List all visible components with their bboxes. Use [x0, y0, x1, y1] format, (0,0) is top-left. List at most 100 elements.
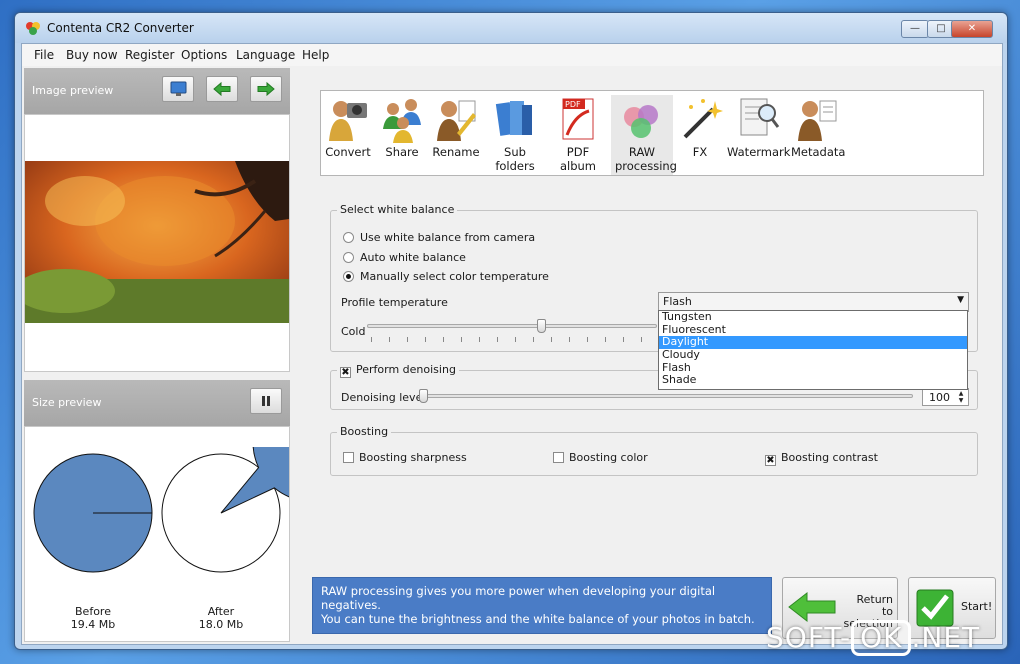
profile-temperature-select[interactable]: Flash ▼ [658, 292, 969, 312]
toolbar-convert[interactable]: Convert [323, 95, 373, 159]
radio-manual[interactable] [343, 271, 354, 282]
toolbar-sub-folders[interactable]: Sub folders [485, 95, 545, 173]
denoising-slider-thumb[interactable] [419, 389, 428, 403]
menu-register[interactable]: Register [125, 48, 174, 62]
person-pencil-icon [437, 100, 476, 141]
boost-contrast-checkbox[interactable]: ✖ [765, 455, 776, 466]
boost-sharpness-label: Boosting sharpness [359, 451, 467, 464]
boost-contrast[interactable]: ✖ Boosting contrast [765, 451, 878, 466]
chevron-down-icon: ▼ [957, 295, 964, 305]
boost-sharpness[interactable]: Boosting sharpness [343, 451, 467, 464]
after-label: After [207, 605, 235, 618]
radio-auto[interactable] [343, 252, 354, 263]
arrow-right-icon [257, 81, 275, 97]
menu-bar: File Buy now Register Options Language H… [22, 44, 1002, 66]
image-preview-label: Image preview [32, 84, 114, 97]
title-bar: Contenta CR2 Converter — □ ✕ [15, 13, 1007, 43]
menu-language[interactable]: Language [236, 48, 295, 62]
dropdown-option[interactable]: Flash [659, 361, 967, 375]
menu-options[interactable]: Options [181, 48, 227, 62]
toolbar-pdf-album[interactable]: PDF PDF album [549, 95, 607, 173]
before-caption: Before 19.4 Mb [53, 605, 133, 631]
dropdown-option[interactable]: Daylight [659, 336, 967, 350]
color-circles-icon [624, 105, 658, 138]
close-button[interactable]: ✕ [951, 20, 993, 38]
denoising-level-value: 100 [929, 391, 950, 404]
window-title: Contenta CR2 Converter [47, 21, 194, 35]
dropdown-option[interactable]: Cloudy [659, 348, 967, 362]
denoising-level-spinbox[interactable]: 100 ▲ ▼ [922, 388, 969, 406]
people-share-icon [383, 99, 421, 143]
denoising-checkbox[interactable]: ✖ [340, 367, 351, 378]
wb-option-auto[interactable]: Auto white balance [343, 251, 466, 264]
pause-icon [262, 396, 270, 406]
wb-option-auto-label: Auto white balance [360, 251, 466, 264]
arrow-left-icon [788, 591, 836, 623]
denoising-title-wrap: ✖ Perform denoising [337, 363, 459, 378]
before-label: Before [75, 605, 111, 618]
toolbar-watermark-label: Watermark [727, 145, 791, 159]
toolbar-fx[interactable]: FX [677, 95, 723, 159]
app-logo-icon [26, 22, 40, 35]
watermark-left: SOFT- [766, 621, 852, 654]
after-caption: After 18.0 Mb [181, 605, 261, 631]
size-preview-label: Size preview [32, 396, 102, 409]
toolbar-rename[interactable]: Rename [431, 95, 481, 159]
dropdown-option[interactable]: Tungsten [659, 310, 967, 324]
toolbar-metadata[interactable]: Metadata [791, 95, 845, 159]
left-panel: Image preview Size preview Before 19.4 M… [24, 68, 290, 642]
toolbar-watermark[interactable]: Watermark [727, 95, 791, 159]
previous-button[interactable] [206, 76, 238, 102]
size-preview-header: Size preview [24, 380, 290, 426]
temperature-slider-thumb[interactable] [537, 319, 546, 333]
toolbar-convert-label: Convert [325, 145, 371, 159]
minimize-button[interactable]: — [901, 20, 929, 38]
wb-option-camera-label: Use white balance from camera [360, 231, 536, 244]
monitor-icon [170, 81, 187, 96]
toolbar-rename-label: Rename [432, 145, 480, 159]
toolbar-raw-processing[interactable]: RAW processing [611, 95, 677, 175]
info-line-1: RAW processing gives you more power when… [321, 584, 716, 612]
size-pie-charts [33, 447, 289, 573]
spin-down-icon[interactable]: ▼ [955, 397, 967, 404]
profile-temperature-dropdown: Tungsten Fluorescent Daylight Cloudy Flash Sh… [658, 310, 968, 390]
svg-text:PDF: PDF [565, 100, 581, 109]
toolbar-pdf-album-label: PDF album [559, 145, 597, 173]
person-document-icon [798, 100, 837, 141]
image-preview-header: Image preview [24, 68, 290, 114]
app-window: Contenta CR2 Converter — □ ✕ File Buy no… [14, 12, 1008, 650]
radio-camera[interactable] [343, 232, 354, 243]
toolbar-share-label: Share [385, 145, 419, 159]
watermark: SOFT- OK .NET [766, 620, 980, 656]
client-area: File Buy now Register Options Language H… [21, 43, 1003, 645]
info-box: RAW processing gives you more power when… [312, 577, 772, 634]
menu-help[interactable]: Help [302, 48, 329, 62]
boost-contrast-label: Boosting contrast [781, 451, 878, 464]
spin-up-icon[interactable]: ▲ [955, 390, 967, 397]
toolbar-share[interactable]: Share [379, 95, 425, 159]
monitor-button[interactable] [162, 76, 194, 102]
boost-color-checkbox[interactable] [553, 452, 564, 463]
temperature-slider-track[interactable] [367, 324, 657, 328]
magic-wand-icon [683, 99, 723, 139]
boosting-title: Boosting [337, 425, 392, 438]
denoising-slider-track[interactable] [419, 394, 913, 398]
menu-buy-now[interactable]: Buy now [66, 48, 118, 62]
cold-label: Cold [341, 325, 366, 338]
watermark-box: OK [851, 620, 912, 656]
dropdown-option[interactable]: Shade [659, 374, 967, 387]
feature-toolbar: Convert Share Rename Sub folders PDF PDF… [320, 90, 984, 176]
pause-button[interactable] [250, 388, 282, 414]
toolbar-raw-processing-label: RAW processing [615, 145, 677, 173]
boost-sharpness-checkbox[interactable] [343, 452, 354, 463]
pdf-icon: PDF [562, 98, 594, 140]
denoising-title: Perform denoising [356, 363, 456, 376]
wb-option-manual-label: Manually select color temperature [360, 270, 549, 283]
temperature-ticks [371, 337, 661, 342]
profile-temperature-value: Flash [663, 295, 692, 308]
boost-color[interactable]: Boosting color [553, 451, 648, 464]
wb-option-manual[interactable]: Manually select color temperature [343, 270, 549, 283]
next-button[interactable] [250, 76, 282, 102]
menu-file[interactable]: File [34, 48, 54, 62]
wb-option-camera[interactable]: Use white balance from camera [343, 231, 535, 244]
